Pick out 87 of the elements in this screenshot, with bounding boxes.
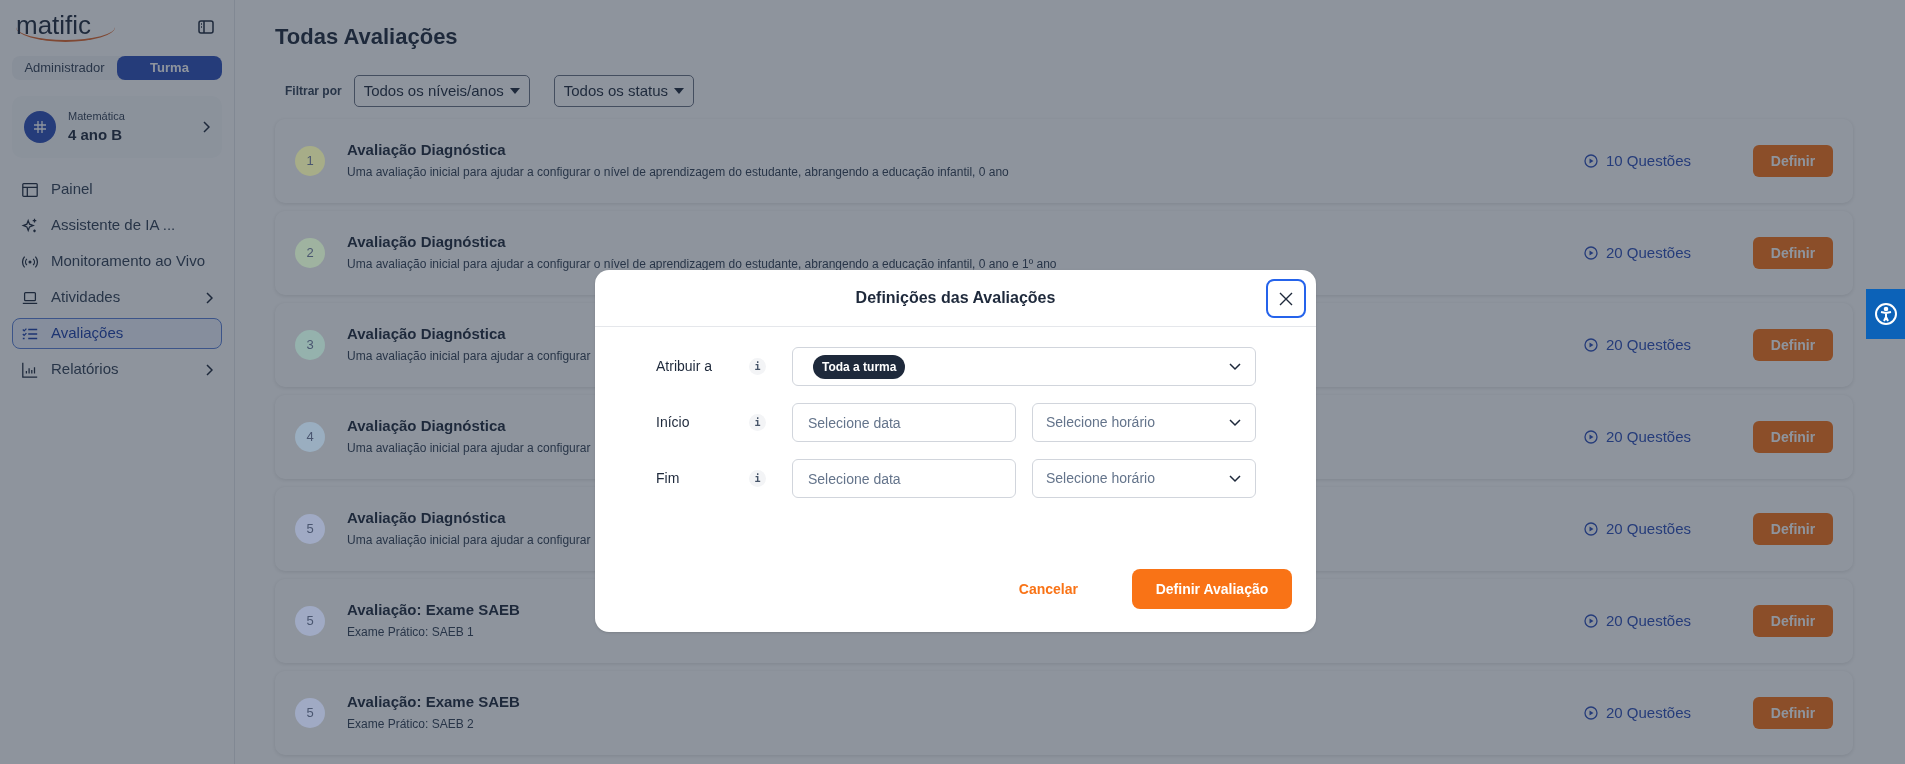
play-icon: [1584, 430, 1598, 444]
number-badge: 5: [295, 698, 325, 728]
assessment-description: Uma avaliação inicial para ajudar a configurar o nível de aprendizagem do estudante, abrangendo a educação infantil, 0 ano: [347, 164, 1009, 179]
assessment-title: Avaliação Diagnóstica: [347, 140, 506, 161]
define-button[interactable]: Definir: [1753, 605, 1833, 637]
cancel-button[interactable]: Cancelar: [1018, 578, 1078, 600]
filter-dropdown[interactable]: Todos os níveis/anos: [353, 75, 530, 107]
time-select[interactable]: Selecione horário: [1032, 459, 1256, 498]
assessment-title: Avaliação Diagnóstica: [347, 508, 506, 529]
caret-icon: [509, 88, 520, 94]
question-count[interactable]: 20 Questões: [1584, 701, 1749, 725]
filter-dropdown[interactable]: Todos os status: [553, 75, 694, 107]
assessment-title: Avaliação Diagnóstica: [347, 416, 506, 437]
bar-chart-icon: [21, 360, 39, 379]
page-title: Todas Avaliações: [275, 23, 459, 51]
sparkle-icon: [21, 216, 39, 235]
time-select[interactable]: Selecione horário: [1032, 403, 1256, 442]
close-button[interactable]: [1266, 279, 1306, 318]
question-count[interactable]: 20 Questões: [1584, 241, 1749, 265]
confirm-button[interactable]: Definir Avaliação: [1132, 569, 1292, 609]
role-tab[interactable]: Turma: [117, 56, 222, 80]
number-badge: 3: [295, 330, 325, 360]
assessment-description: Exame Prático: SAEB 1: [347, 624, 474, 639]
play-icon: [1584, 522, 1598, 536]
nav-item[interactable]: Assistente de IA ...: [12, 210, 222, 241]
define-button[interactable]: Definir: [1753, 421, 1833, 453]
number-badge: 2: [295, 238, 325, 268]
assessment-description: Exame Prático: SAEB 2: [347, 716, 474, 731]
chevron-down-icon: [1229, 474, 1241, 483]
class-avatar-icon: [24, 111, 56, 143]
role-tab[interactable]: Administrador: [12, 56, 117, 80]
play-icon: [1584, 338, 1598, 352]
question-count[interactable]: 20 Questões: [1584, 517, 1749, 541]
number-badge: 5: [295, 606, 325, 636]
number-badge: 1: [295, 146, 325, 176]
nav-item[interactable]: Relatórios: [12, 354, 222, 385]
chevron-down-icon: [1229, 362, 1241, 371]
nav-item[interactable]: Painel: [12, 174, 222, 205]
play-icon: [1584, 614, 1598, 628]
class-name: 4 ano B: [68, 125, 124, 145]
question-count[interactable]: 20 Questões: [1584, 425, 1749, 449]
close-icon: [1279, 291, 1293, 306]
play-icon: [1584, 706, 1598, 720]
assessment-title: Avaliação Diagnóstica: [347, 324, 506, 345]
question-count[interactable]: 10 Questões: [1584, 149, 1749, 173]
chevron-right-icon: [202, 121, 210, 133]
assessment-title: Avaliação: Exame SAEB: [347, 692, 520, 713]
nav-item[interactable]: Avaliações: [12, 318, 222, 349]
caret-icon: [674, 88, 684, 94]
chevron-down-icon: [1229, 418, 1241, 427]
logo: matific: [16, 12, 116, 42]
date-field[interactable]: Selecione data: [792, 459, 1016, 498]
number-badge: 5: [295, 514, 325, 544]
assign-select[interactable]: Toda a turma: [792, 347, 1256, 386]
define-button[interactable]: Definir: [1753, 237, 1833, 269]
assessment-description: Uma avaliação inicial para ajudar a configurar: [347, 532, 591, 547]
accessibility-icon: [1873, 302, 1898, 326]
define-button[interactable]: Definir: [1753, 513, 1833, 545]
date-field[interactable]: Selecione data: [792, 403, 1016, 442]
assessment-title: Avaliação: Exame SAEB: [347, 600, 520, 621]
class-subject: Matemática: [68, 108, 126, 124]
assessment-description: Uma avaliação inicial para ajudar a configurar o nível de aprendizagem do estudante, abrangendo a educação infantil, 0 ano e 1º ano: [347, 256, 1057, 271]
sidebar-toggle-icon[interactable]: [198, 20, 214, 34]
field-label: Início: [656, 413, 691, 432]
selected-tag: Toda a turma: [813, 354, 906, 379]
nav-item[interactable]: Monitoramento ao Vivo: [12, 246, 222, 277]
modal-title: Definições das Avaliações: [855, 288, 1056, 308]
dashboard-icon: [21, 180, 39, 199]
define-button[interactable]: Definir: [1753, 329, 1833, 361]
accessibility-button[interactable]: [1866, 289, 1905, 339]
define-button[interactable]: Definir: [1753, 697, 1833, 729]
info-icon[interactable]: i: [749, 358, 766, 375]
filter-label: Filtrar por: [285, 83, 342, 100]
nav-item[interactable]: Atividades: [12, 282, 222, 313]
field-label: Fim: [656, 469, 681, 488]
number-badge: 4: [295, 422, 325, 452]
assessment-description: Uma avaliação inicial para ajudar a configurar: [347, 440, 591, 455]
question-count[interactable]: 20 Questões: [1584, 609, 1749, 633]
assessment-description: Uma avaliação inicial para ajudar a configurar: [347, 348, 591, 363]
assessment-title: Avaliação Diagnóstica: [347, 232, 506, 253]
play-icon: [1584, 154, 1598, 168]
define-button[interactable]: Definir: [1753, 145, 1833, 177]
play-icon: [1584, 246, 1598, 260]
info-icon[interactable]: i: [749, 414, 766, 431]
info-icon[interactable]: i: [749, 470, 766, 487]
field-label: Atribuir a: [656, 357, 714, 376]
question-count[interactable]: 20 Questões: [1584, 333, 1749, 357]
